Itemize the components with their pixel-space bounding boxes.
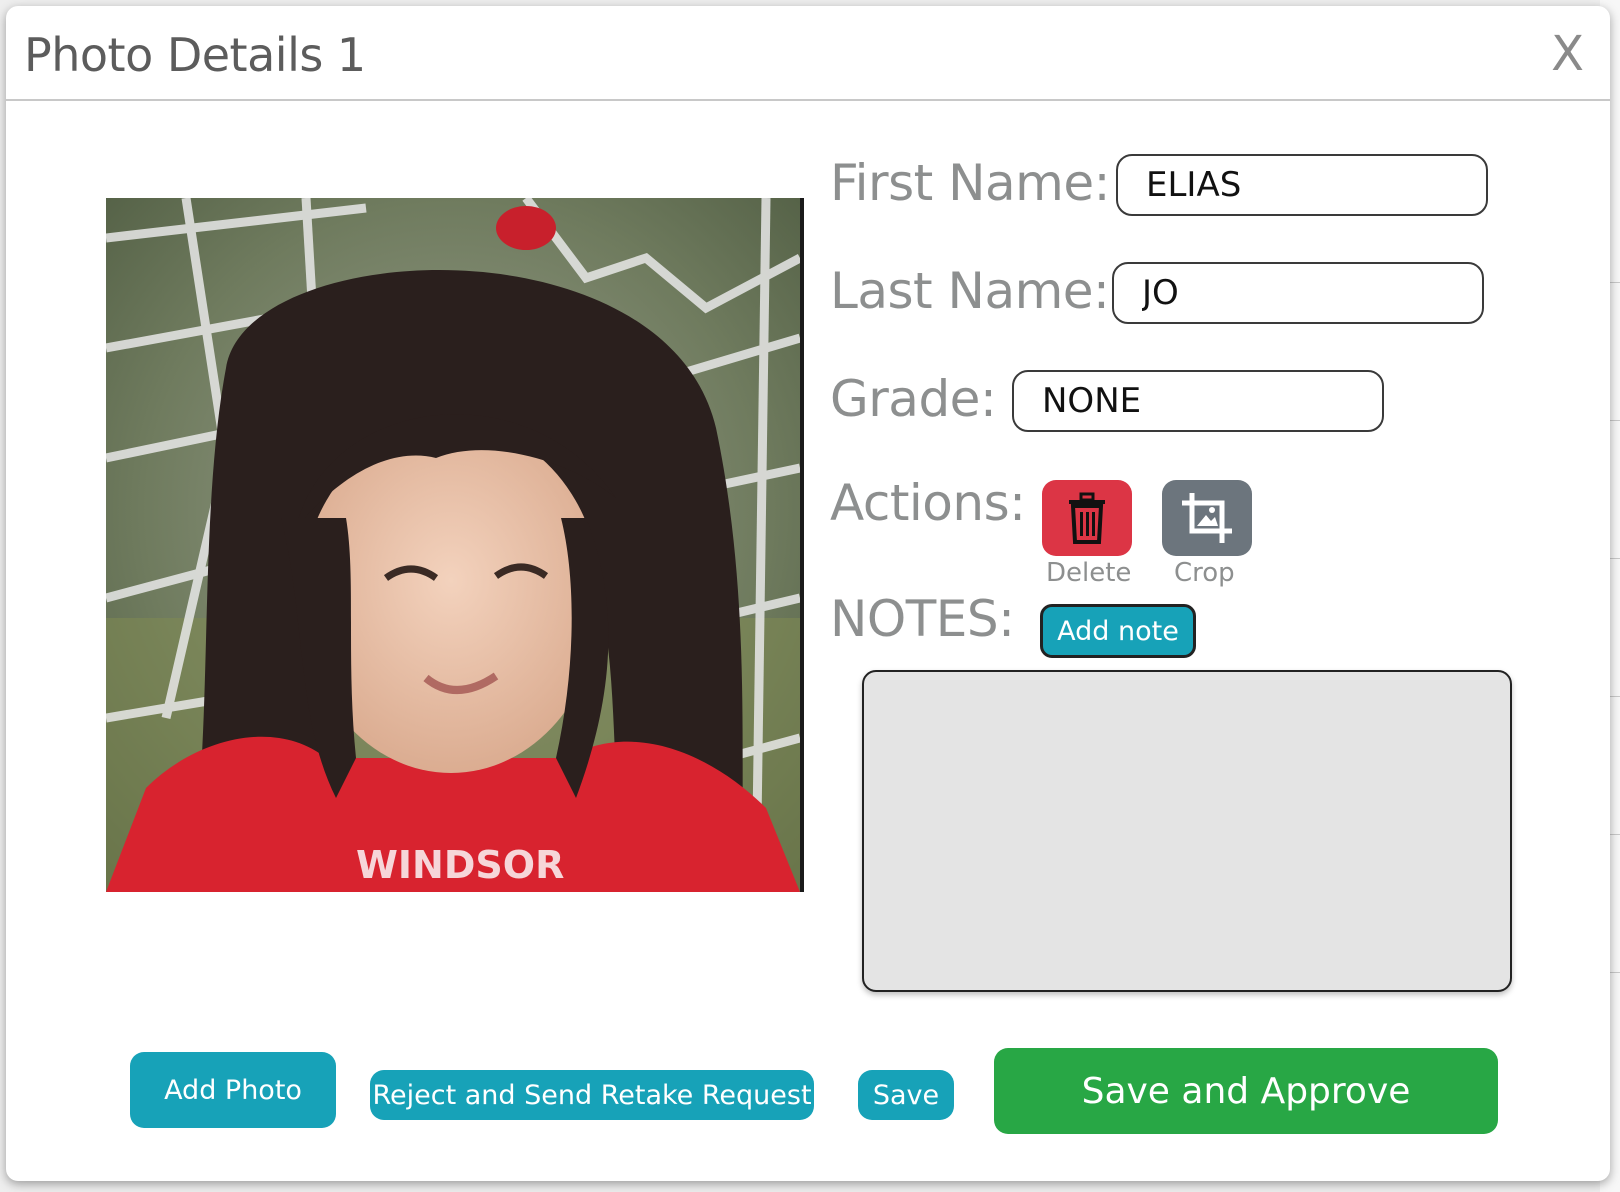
notes-label: NOTES: <box>830 590 1015 648</box>
crop-button[interactable] <box>1162 480 1252 556</box>
add-photo-button[interactable]: Add Photo <box>130 1052 336 1128</box>
modal-title: Photo Details 1 <box>24 28 366 82</box>
trash-icon <box>1069 492 1105 544</box>
close-button[interactable]: X <box>1551 26 1584 82</box>
crop-caption: Crop <box>1174 558 1235 588</box>
save-button[interactable]: Save <box>858 1070 954 1120</box>
shirt-text: WINDSOR <box>356 843 564 887</box>
delete-caption: Delete <box>1046 558 1132 588</box>
first-name-field[interactable] <box>1116 154 1488 216</box>
first-name-label: First Name: <box>830 154 1110 212</box>
crop-icon <box>1182 493 1232 543</box>
modal-header: Photo Details 1 X <box>6 6 1610 101</box>
notes-textarea[interactable] <box>862 670 1512 992</box>
student-photo: WINDSOR <box>106 198 804 892</box>
grade-field[interactable] <box>1012 370 1384 432</box>
add-note-button[interactable]: Add note <box>1040 604 1196 658</box>
reject-retake-button[interactable]: Reject and Send Retake Request <box>370 1070 814 1120</box>
last-name-field[interactable] <box>1112 262 1484 324</box>
save-and-approve-button[interactable]: Save and Approve <box>994 1048 1498 1134</box>
delete-button[interactable] <box>1042 480 1132 556</box>
grade-label: Grade: <box>830 370 997 428</box>
photo-details-modal: Photo Details 1 X WINDSOR First Name: EL… <box>6 6 1610 1181</box>
last-name-label: Last Name: <box>830 262 1110 320</box>
actions-label: Actions: <box>830 474 1026 532</box>
